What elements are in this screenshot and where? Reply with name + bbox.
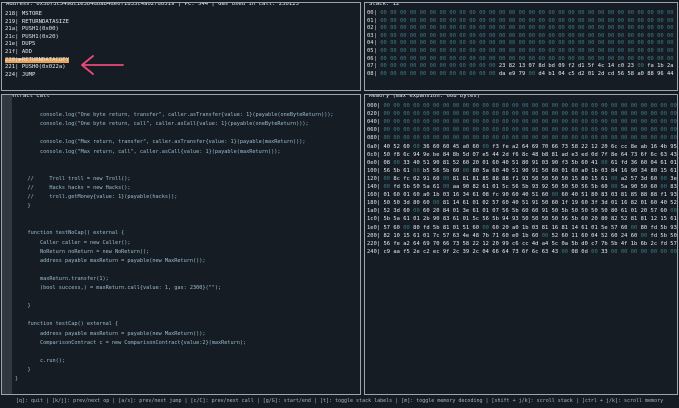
memory-row: 220| 56 fe a2 64 69 70 66 73 58 22 12 20… [367, 240, 677, 247]
keybinding-help: [q]: quit | [k/j]: prev/next op | [a/s]:… [15, 398, 664, 404]
memory-row: 080| 00 00 00 00 00 00 00 00 00 00 00 00… [367, 135, 677, 142]
source-line: console.log("One byte return, transfer",… [15, 112, 334, 119]
stack-row: 01| 00 00 00 00 00 00 00 00 00 00 00 00 … [367, 17, 677, 24]
memory-row: 0e0| 08 00 33 40 51 90 81 52 60 20 01 60… [367, 159, 677, 166]
memory-pane[interactable]: Memory (max expansion: 608 bytes) 000| 0… [364, 94, 678, 395]
address-title: Address: 0x5b73c5498c1e3b4dba84de0f1833c… [5, 2, 300, 8]
memory-row: 0a0| 40 52 60 00 36 60 60 45 a0 60 00 f3… [367, 143, 677, 150]
opcode-row[interactable]: 21a| PUSH1(0x00) [5, 27, 59, 33]
memory-row: 000| 00 00 00 00 00 00 00 00 00 00 00 00… [367, 103, 677, 109]
opcode-row[interactable]: 21c| PUSH1(0x20) [5, 34, 59, 41]
stack-row: 07| 00 00 00 00 00 00 00 00 00 00 00 00 … [367, 63, 677, 70]
stack-row: 03| 00 00 00 00 00 00 00 00 00 00 00 00 … [367, 32, 677, 39]
memory-row: 180| 50 50 3d 80 60 00 81 14 61 01 02 57… [367, 200, 677, 207]
source-line: } [15, 376, 19, 382]
source-line: address payable maxReturn = payable(new … [15, 330, 206, 337]
source-line: // Troll troll = new Troll(); [15, 175, 131, 182]
source-line: function testNoCap() external { [15, 230, 125, 237]
memory-row: 1c0| 5b 5a 61 01 2b 90 83 61 01 5c 56 5b… [367, 216, 677, 223]
stack-row: 08| 00 00 00 00 00 00 00 00 00 00 00 00 … [367, 70, 677, 77]
source-line: address payable maxReturn = payable(new … [15, 257, 206, 264]
source-line: // Hacks hacks = new Hacks(); [15, 184, 131, 191]
source-line: maxReturn.transfer(1); [15, 275, 109, 282]
source-line: console.log("Max return, transfer", call… [15, 139, 306, 146]
opcode-pane[interactable]: Address: 0x5b73c5498c1e3b4dba84de0f1833c… [1, 2, 361, 91]
memory-row: 240| c9 aa f5 2e c2 ec 9f 2c 39 2c 04 66… [367, 248, 677, 255]
memory-row: 200| 82 10 15 61 01 7c 57 63 4e 48 7b 71… [367, 232, 677, 239]
memory-row: 040| 00 00 00 00 00 00 00 00 00 00 00 00… [367, 119, 677, 126]
line-gutter [2, 95, 12, 394]
source-line: ComparisonContract c = new ComparisonCon… [15, 339, 247, 346]
memory-row: 020| 00 00 00 00 00 00 00 00 00 00 00 00… [367, 111, 677, 118]
source-line: } [15, 366, 31, 373]
opcode-row-selected[interactable]: 220|▶RETURNDATACOPY [5, 57, 69, 64]
memory-row: 060| 00 00 00 00 00 00 00 00 00 00 00 00… [367, 127, 677, 134]
source-line: // troll.getMoney{value: 1}(payable(hack… [15, 194, 178, 200]
memory-row: 0c0| 50 f8 6c 94 9e be 84 8b 5d 07 e5 44… [367, 151, 677, 158]
source-line: NoReturn noReturn = new NoReturn(); [15, 248, 150, 255]
stack-row: 05| 00 00 00 00 00 00 00 00 00 00 00 00 … [367, 48, 677, 54]
source-line: } [15, 203, 31, 210]
opcode-row[interactable]: 221| PUSH0(0x022a) [5, 65, 66, 71]
memory-row: 160| 01 60 01 60 a0 1b 03 16 34 61 08 fc… [367, 192, 677, 199]
memory-row: 120| 00 8c fc 02 91 60 00 81 81 81 85 88… [367, 175, 677, 182]
annotation-arrow-icon [81, 55, 124, 75]
memory-row: 1a0| 52 3d 60 00 60 20 84 01 3e 61 01 07… [367, 208, 677, 215]
source-line: console.log("Max return, call", caller.a… [15, 148, 281, 155]
memory-row: 100| 56 5b 61 00 b5 56 5b 60 00 80 5a 60… [367, 167, 677, 174]
memory-row: 1e0| 57 60 00 80 fd 5b 81 01 51 60 00 60… [367, 224, 677, 231]
stack-title: Stack: 12 [368, 2, 401, 8]
stack-row: 04| 00 00 00 00 00 00 00 00 00 00 00 00 … [367, 40, 677, 47]
contract-source-pane[interactable]: Contract call console.log("One byte retu… [1, 94, 361, 395]
source-line: } [15, 303, 31, 310]
opcode-row[interactable]: 21e| DUP5 [5, 42, 35, 48]
opcode-row[interactable]: 224| JUMP [5, 72, 35, 79]
memory-row: 140| 00 fd 5b 50 5a 61 00 aa 90 82 61 01… [367, 184, 677, 190]
source-line: (bool success,) = maxReturn.call{value: … [15, 285, 222, 291]
stack-row: 02| 00 00 00 00 00 00 00 00 00 00 00 00 … [367, 25, 677, 32]
source-line: console.log("One byte return, call", cal… [15, 121, 309, 128]
stack-row: 06| 00 00 00 00 00 00 00 00 00 00 00 00 … [367, 55, 677, 62]
stack-pane[interactable]: Stack: 12 00| 00 00 00 00 00 00 00 00 00… [364, 2, 678, 91]
memory-title: Memory (max expansion: 608 bytes) [368, 94, 482, 100]
source-line: c.run(); [15, 357, 65, 364]
opcode-row[interactable]: 218| MSTORE [5, 11, 42, 18]
source-line: Caller caller = new Caller(); [15, 239, 131, 246]
opcode-row[interactable]: 219| RETURNDATASIZE [5, 19, 69, 26]
source-line: function testCap() external { [15, 321, 119, 328]
opcode-row[interactable]: 21f| ADD [5, 49, 32, 56]
stack-row: 00| 00 00 00 00 00 00 00 00 00 00 00 00 … [367, 10, 677, 16]
